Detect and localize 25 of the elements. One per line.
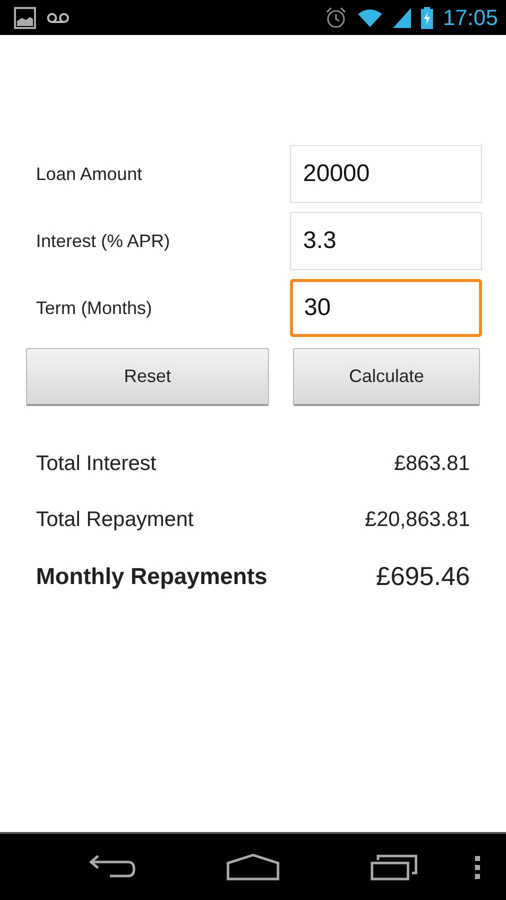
result-value: £695.46 (376, 560, 470, 592)
result-label: Total Repayment (36, 508, 194, 532)
input-field[interactable]: 20000 (290, 145, 482, 203)
clock-time: 17:05 (442, 4, 498, 30)
wifi-icon (356, 8, 383, 28)
alarm-icon (324, 6, 347, 28)
menu-icon[interactable] (474, 855, 482, 879)
input-field[interactable]: 3.3 (290, 212, 482, 270)
field-label: Interest (% APR) (36, 230, 172, 252)
back-icon[interactable] (88, 854, 136, 880)
battery-icon (420, 6, 433, 28)
result-label: Monthly Repayments (36, 562, 268, 590)
result-value: £863.81 (394, 452, 470, 476)
input-field[interactable]: 30 (290, 279, 482, 337)
result-label: Total Interest (36, 452, 156, 476)
result-value: £20,863.81 (364, 508, 470, 532)
signal-icon (392, 8, 411, 28)
voicemail-icon (46, 10, 70, 24)
action-button[interactable]: Reset (26, 348, 269, 406)
action-button[interactable]: Calculate (293, 348, 480, 406)
home-icon[interactable] (226, 853, 280, 881)
picture-icon (14, 6, 36, 28)
field-label: Loan Amount (36, 164, 144, 184)
field-label: Term (Months) (36, 298, 154, 318)
recent-apps-icon[interactable] (370, 853, 420, 881)
